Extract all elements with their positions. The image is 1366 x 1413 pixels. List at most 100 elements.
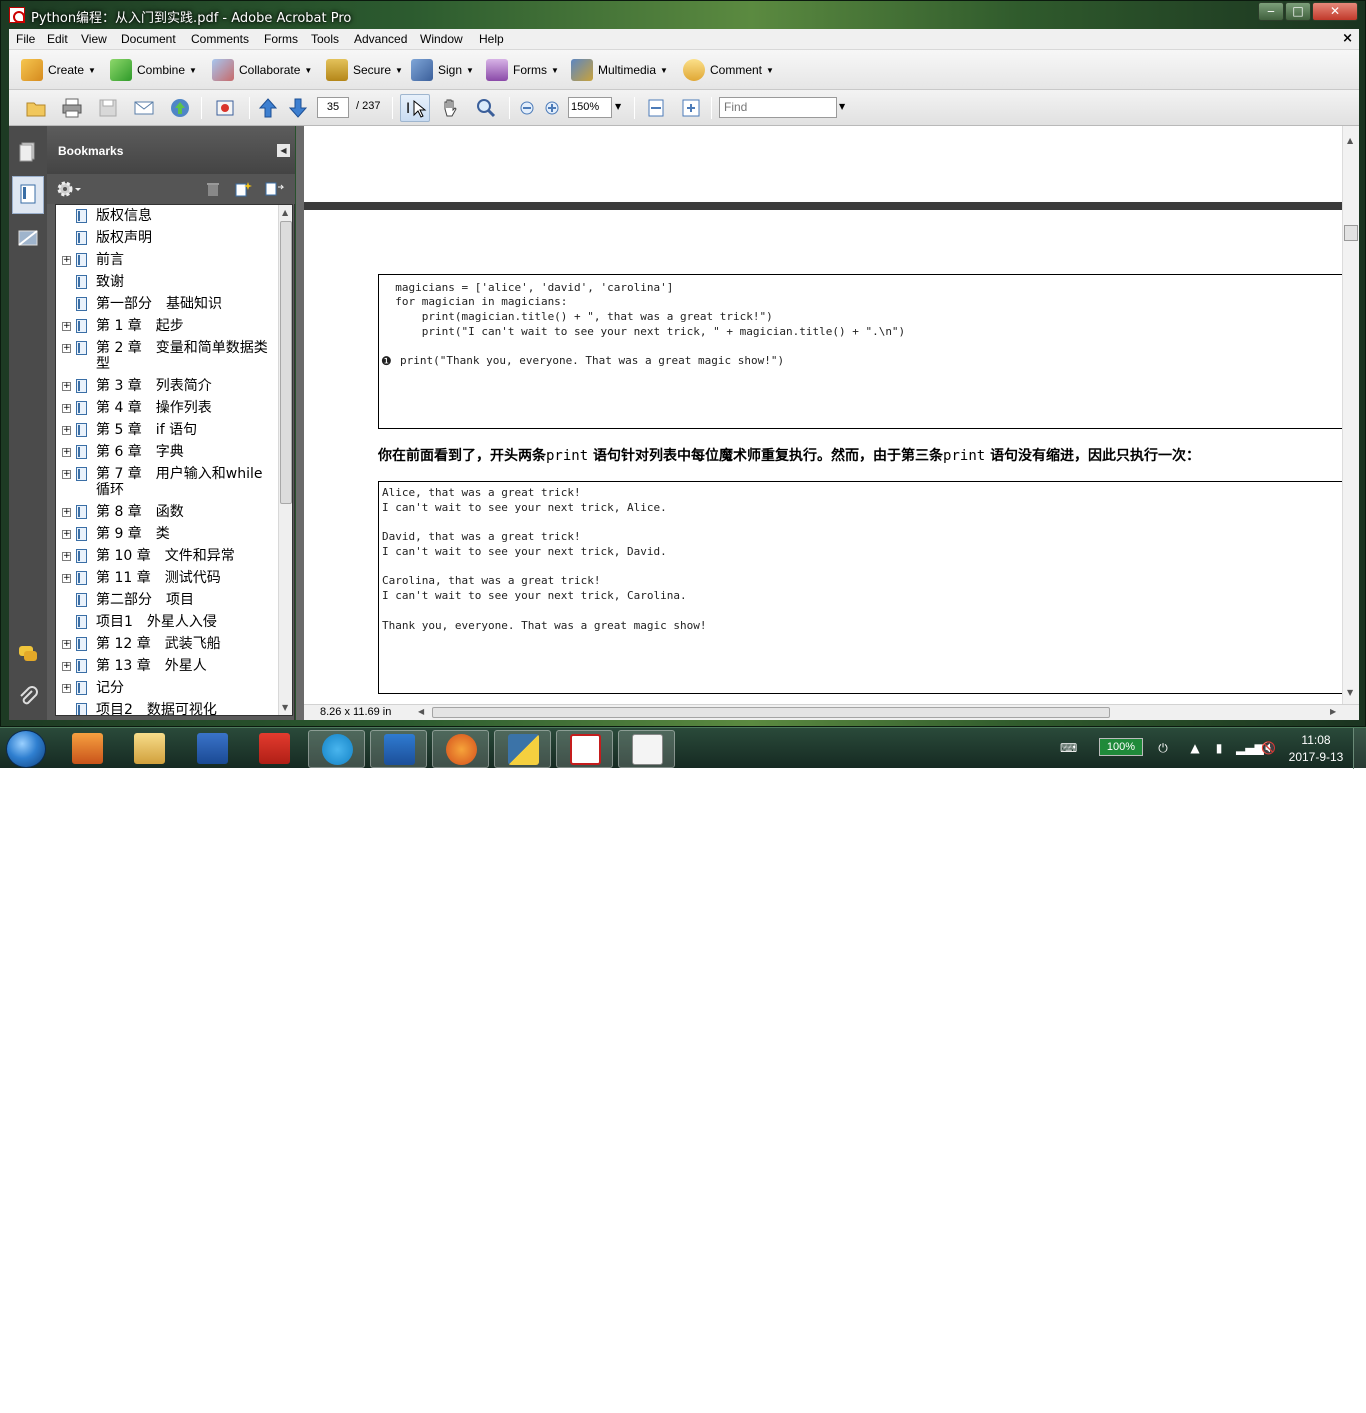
expand-icon[interactable]: + [62, 322, 71, 331]
scroll-down-icon[interactable]: ▼ [1347, 688, 1353, 697]
select-tool-button[interactable]: I [400, 94, 430, 122]
comment-button[interactable]: Comment ▼ [683, 56, 774, 84]
scroll-left-icon[interactable]: ◀ [418, 707, 424, 716]
menu-forms[interactable]: Forms [264, 32, 298, 46]
next-page-icon[interactable] [287, 97, 309, 119]
close-window-button[interactable]: ✕ [1312, 2, 1358, 21]
zoom-in-icon[interactable] [541, 97, 563, 119]
taskbar-explorer[interactable] [121, 730, 178, 768]
battery-indicator[interactable]: 100% [1099, 738, 1143, 756]
expand-icon[interactable]: + [62, 426, 71, 435]
expand-icon[interactable]: + [62, 574, 71, 583]
hand-tool-icon[interactable] [439, 97, 461, 119]
options-gear-icon[interactable] [57, 180, 81, 198]
expand-bookmark-icon[interactable] [264, 181, 286, 197]
usb-device-icon[interactable]: ▮ [1212, 741, 1226, 755]
expand-icon[interactable]: + [62, 382, 71, 391]
find-input[interactable]: Find [719, 97, 837, 118]
combine-button[interactable]: Combine ▼ [110, 56, 197, 84]
expand-icon[interactable]: + [62, 684, 71, 693]
bookmarks-scroll-thumb[interactable] [280, 221, 292, 504]
taskbar-notepad[interactable] [618, 730, 675, 768]
zoom-level-input[interactable]: 150% [568, 97, 612, 118]
network-signal-icon[interactable]: ▂▄▆ [1236, 741, 1264, 755]
open-folder-icon[interactable] [25, 97, 47, 119]
pages-panel-icon[interactable] [17, 140, 39, 162]
expand-icon[interactable]: + [62, 640, 71, 649]
document-vertical-scrollbar[interactable]: ▲ ▼ [1342, 126, 1359, 704]
expand-icon[interactable]: + [62, 552, 71, 561]
menu-view[interactable]: View [81, 32, 107, 46]
taskbar-acrobat[interactable] [556, 730, 613, 768]
bookmarks-scrollbar[interactable]: ▲ ▼ [278, 205, 292, 715]
sign-button[interactable]: Sign ▼ [411, 56, 474, 84]
expand-icon[interactable]: + [62, 470, 71, 479]
menu-comments[interactable]: Comments [191, 32, 249, 46]
maximize-button[interactable]: □ [1285, 2, 1311, 21]
create-button[interactable]: Create ▼ [21, 56, 96, 84]
previous-page-icon[interactable] [257, 97, 279, 119]
menu-help[interactable]: Help [479, 32, 504, 46]
page-number-input[interactable]: 35 [317, 97, 349, 118]
menu-file[interactable]: File [16, 32, 35, 46]
expand-icon[interactable]: + [62, 344, 71, 353]
menu-edit[interactable]: Edit [47, 32, 68, 46]
menu-advanced[interactable]: Advanced [354, 32, 407, 46]
collaborate-button[interactable]: Collaborate ▼ [212, 56, 312, 84]
multimedia-button[interactable]: Multimedia ▼ [571, 56, 668, 84]
comments-panel-icon[interactable] [17, 643, 39, 665]
expand-icon[interactable]: + [62, 256, 71, 265]
title-bar[interactable]: Python编程：从入门到实践.pdf - Adobe Acrobat Pro … [1, 1, 1366, 29]
save-icon[interactable] [97, 97, 119, 119]
start-button[interactable] [6, 730, 46, 768]
zoom-tool-icon[interactable] [475, 97, 497, 119]
keyboard-icon[interactable]: ⌨ [1060, 741, 1077, 755]
horizontal-scroll-thumb[interactable] [432, 707, 1110, 718]
taskbar-outlook[interactable] [370, 730, 427, 768]
menu-tools[interactable]: Tools [311, 32, 339, 46]
new-bookmark-icon[interactable] [234, 181, 252, 197]
bookmarks-panel-icon[interactable] [12, 176, 44, 214]
secure-button[interactable]: Secure ▼ [326, 56, 403, 84]
volume-muted-icon[interactable]: 🔇 [1261, 741, 1276, 755]
upload-icon[interactable] [169, 97, 191, 119]
zoom-out-icon[interactable] [516, 97, 538, 119]
scroll-up-icon[interactable]: ▲ [282, 208, 288, 217]
taskbar-skype[interactable] [308, 730, 365, 768]
document-scroll-thumb[interactable] [1344, 225, 1358, 241]
show-desktop-button[interactable] [1353, 728, 1366, 769]
scroll-right-icon[interactable]: ▶ [1330, 707, 1336, 716]
forms-button[interactable]: Forms ▼ [486, 56, 559, 84]
taskbar-media-player[interactable] [59, 730, 116, 768]
scroll-up-icon[interactable]: ▲ [1347, 136, 1353, 145]
zoom-dropdown-icon[interactable]: ▼ [615, 102, 621, 111]
scroll-down-icon[interactable]: ▼ [282, 703, 288, 712]
delete-bookmark-icon[interactable] [205, 181, 221, 197]
taskbar-word[interactable] [184, 730, 241, 768]
expand-icon[interactable]: + [62, 508, 71, 517]
taskbar-youdao[interactable] [246, 730, 303, 768]
fit-page-icon[interactable] [680, 97, 702, 119]
menu-window[interactable]: Window [420, 32, 463, 46]
taskbar-firefox[interactable] [432, 730, 489, 768]
collapse-panel-icon[interactable]: ◀ [277, 144, 290, 157]
pane-splitter[interactable] [296, 126, 304, 720]
minimize-button[interactable]: ‒ [1258, 2, 1284, 21]
review-icon[interactable] [214, 97, 236, 119]
clock-date[interactable]: 2017-9-13 [1284, 750, 1348, 764]
show-hidden-icons[interactable]: ▲ [1188, 741, 1202, 755]
acrobat-app-icon[interactable] [9, 7, 25, 23]
close-document-icon[interactable]: × [1342, 31, 1353, 46]
menu-document[interactable]: Document [121, 32, 176, 46]
expand-icon[interactable]: + [62, 404, 71, 413]
expand-icon[interactable]: + [62, 448, 71, 457]
scrolling-mode-icon[interactable] [645, 97, 667, 119]
print-icon[interactable] [61, 97, 83, 119]
expand-icon[interactable]: + [62, 530, 71, 539]
power-plug-icon[interactable]: ⏻ [1156, 741, 1170, 755]
email-icon[interactable] [133, 97, 155, 119]
find-dropdown-icon[interactable]: ▼ [839, 102, 845, 111]
expand-icon[interactable]: + [62, 662, 71, 671]
clock-time[interactable]: 11:08 [1290, 733, 1342, 747]
signatures-panel-icon[interactable] [17, 227, 39, 249]
